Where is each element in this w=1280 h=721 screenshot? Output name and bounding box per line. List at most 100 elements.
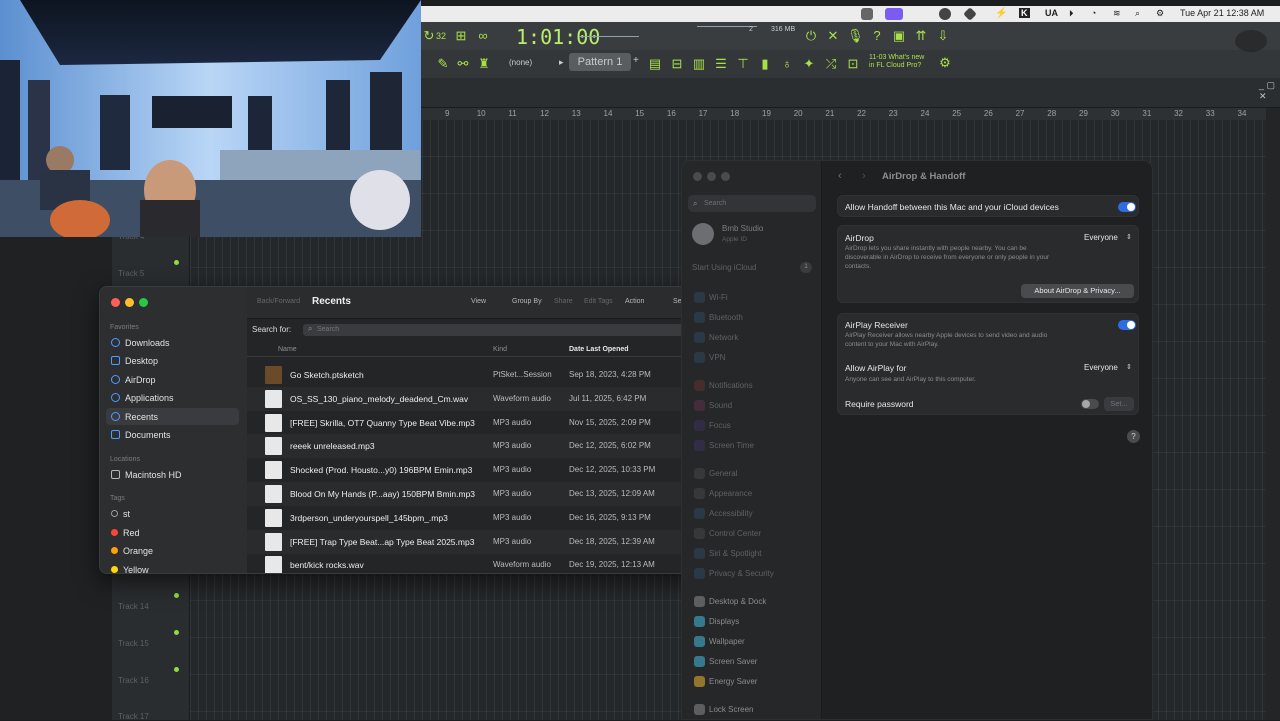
- save-icon[interactable]: ▣: [891, 28, 907, 44]
- back-chevron-icon[interactable]: ‹: [838, 170, 842, 182]
- brush-icon[interactable]: ✦: [801, 56, 817, 72]
- channel-rack-icon[interactable]: ▥: [691, 56, 707, 72]
- minimize-button[interactable]: [125, 298, 134, 307]
- metronome-icon[interactable]: ⏻: [803, 28, 819, 44]
- typing-keyboard-icon[interactable]: 32: [431, 28, 451, 44]
- view-button[interactable]: View: [471, 298, 486, 305]
- settings-sidebar-item[interactable]: Lock Screen: [709, 705, 753, 714]
- forward-chevron-icon[interactable]: ›: [862, 170, 866, 182]
- file-row[interactable]: Shocked (Prod. Housto...y0) 196BPM Emin.…: [247, 458, 706, 482]
- track-mute-dot[interactable]: [174, 667, 179, 672]
- file-row[interactable]: [FREE] Skrilla, OT7 Quanny Type Beat Vib…: [247, 411, 706, 435]
- set-password-button[interactable]: Set...: [1104, 397, 1134, 411]
- allow-airplay-select[interactable]: Everyone: [1084, 363, 1118, 372]
- sidebar-tag-orange[interactable]: Orange: [106, 542, 239, 559]
- step-edit-icon[interactable]: ⊞: [453, 28, 469, 44]
- file-row[interactable]: 3rdperson_underyourspell_145bpm_.mp3 MP3 …: [247, 506, 706, 530]
- playlist-scrollbar[interactable]: [1266, 108, 1280, 720]
- settings-sidebar-item[interactable]: Desktop & Dock: [709, 597, 766, 606]
- cart-icon[interactable]: ⊡: [845, 56, 861, 72]
- pattern-prev-icon[interactable]: ▸: [559, 57, 564, 68]
- play-icon[interactable]: ⏵: [1069, 8, 1074, 19]
- group-by-button[interactable]: Group By: [512, 298, 542, 305]
- file-row[interactable]: [FREE] Trap Type Beat...ap Type Beat 202…: [247, 529, 706, 554]
- about-airdrop-button[interactable]: About AirDrop & Privacy...: [1021, 284, 1134, 298]
- sidebar-tag-red[interactable]: Red: [106, 524, 239, 541]
- settings-sidebar-item[interactable]: General: [709, 469, 737, 478]
- sidebar-tag-st[interactable]: st: [106, 505, 239, 522]
- track-mute-dot[interactable]: [174, 630, 179, 635]
- sidebar-item-airdrop[interactable]: AirDrop: [106, 371, 239, 388]
- control-center-icon[interactable]: ⚙: [1156, 8, 1164, 19]
- clock-icon[interactable]: ◔: [1091, 8, 1096, 18]
- sidebar-item-applications[interactable]: Applications: [106, 389, 239, 406]
- channel-filter-select[interactable]: (none): [509, 58, 532, 67]
- settings-sidebar-item[interactable]: Siri & Spotlight: [709, 549, 761, 558]
- file-row[interactable]: Blood On My Hands (P...aay) 150BPM Bmin.…: [247, 482, 706, 506]
- finder-window[interactable]: Favorites Downloads Desktop AirDrop Appl…: [99, 286, 707, 574]
- close-button[interactable]: [111, 298, 120, 307]
- settings-sidebar-item[interactable]: Wallpaper: [709, 637, 745, 646]
- edit-tags-button[interactable]: Edit Tags: [584, 298, 613, 305]
- mixer-icon[interactable]: ✕: [825, 28, 841, 44]
- minimize-button[interactable]: [707, 172, 716, 181]
- window-controls[interactable]: _ ▢ ✕: [1259, 80, 1280, 102]
- help-icon[interactable]: ?: [869, 28, 885, 44]
- loop-record-icon[interactable]: ∞: [475, 28, 491, 44]
- back-forward-button[interactable]: Back/Forward: [257, 298, 300, 305]
- settings-sidebar-item[interactable]: Control Center: [709, 529, 761, 538]
- handoff-toggle[interactable]: [1118, 202, 1136, 212]
- settings-sidebar-item[interactable]: Notifications: [709, 381, 753, 390]
- settings-sidebar-item[interactable]: Appearance: [709, 489, 752, 498]
- track-mute-dot[interactable]: [174, 260, 179, 265]
- settings-sidebar-item[interactable]: Displays: [709, 617, 739, 626]
- track-mute-dot[interactable]: [174, 593, 179, 598]
- sidebar-item-macintosh-hd[interactable]: Macintosh HD: [106, 466, 239, 483]
- pattern-selector[interactable]: Pattern 1: [569, 53, 631, 71]
- settings-sidebar-item[interactable]: Focus: [709, 421, 731, 430]
- icloud-promo[interactable]: Start Using iCloud: [692, 263, 756, 272]
- export-icon[interactable]: ⇈: [913, 28, 929, 44]
- require-password-toggle[interactable]: [1081, 399, 1099, 409]
- settings-sidebar-item[interactable]: Screen Time: [709, 441, 754, 450]
- airplay-toggle[interactable]: [1118, 320, 1136, 330]
- script-icon[interactable]: ⤮: [823, 56, 839, 72]
- settings-sidebar-item[interactable]: Wi-Fi: [709, 293, 728, 302]
- settings-sidebar-item[interactable]: VPN: [709, 353, 725, 362]
- zoom-button[interactable]: [139, 298, 148, 307]
- file-row[interactable]: bent/kick rocks.wav Waveform audio Dec 19,…: [247, 553, 706, 573]
- piano-roll-icon[interactable]: ⊟: [669, 56, 685, 72]
- help-button[interactable]: ?: [1127, 430, 1140, 443]
- search-icon[interactable]: ⌕: [1135, 8, 1140, 19]
- column-date[interactable]: Date Last Opened: [569, 346, 629, 353]
- browser-icon[interactable]: ⊤: [735, 56, 751, 72]
- zoom-button[interactable]: [721, 172, 730, 181]
- diamond-icon[interactable]: [963, 7, 977, 21]
- control-icon[interactable]: [861, 8, 873, 20]
- mixer-view-icon[interactable]: ☰: [713, 56, 729, 72]
- link-icon[interactable]: ⚯: [455, 56, 471, 72]
- settings-sidebar-item[interactable]: Accessibility: [709, 509, 753, 518]
- settings-sidebar-item[interactable]: Network: [709, 333, 738, 342]
- download-icon[interactable]: ⇩: [935, 28, 951, 44]
- airdrop-visibility-select[interactable]: Everyone: [1084, 233, 1118, 242]
- close-button[interactable]: [693, 172, 702, 181]
- share-button[interactable]: Share: [554, 298, 573, 305]
- settings-sidebar-item[interactable]: Privacy & Security: [709, 569, 774, 578]
- file-row[interactable]: Go Sketch.ptsketch PtSket...Session Sep 18…: [247, 363, 706, 387]
- settings-sidebar-item[interactable]: Screen Saver: [709, 657, 757, 666]
- sidebar-item-downloads[interactable]: Downloads: [106, 334, 239, 351]
- sidebar-tag-yellow[interactable]: Yellow: [106, 561, 239, 573]
- plugin-icon[interactable]: ♜: [476, 56, 492, 72]
- file-row[interactable]: reeek unreleased.mp3 MP3 audio Dec 12, 202…: [247, 434, 706, 459]
- column-name[interactable]: Name: [278, 346, 297, 353]
- mic-icon[interactable]: 🎙: [847, 28, 864, 44]
- settings-sidebar-item[interactable]: Bluetooth: [709, 313, 743, 322]
- pencil-icon[interactable]: ✎: [435, 56, 451, 72]
- settings-sidebar-item[interactable]: Energy Saver: [709, 677, 757, 686]
- screen-mirroring-icon[interactable]: [885, 8, 903, 20]
- column-kind[interactable]: Kind: [493, 346, 507, 353]
- settings-search-input[interactable]: Search: [688, 195, 816, 212]
- master-volume-line[interactable]: [579, 36, 639, 37]
- action-button[interactable]: Action: [625, 298, 644, 305]
